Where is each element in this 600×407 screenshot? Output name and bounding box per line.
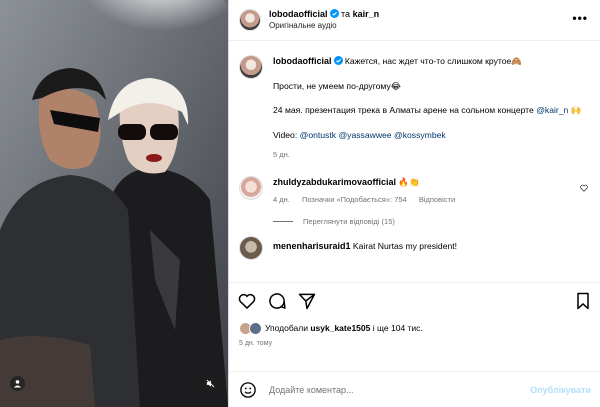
like-comment-icon[interactable] [580,184,588,192]
verified-badge-icon [329,9,339,18]
emoji-icon[interactable] [239,381,257,399]
caption-line-2: Прости, не умеем по-другому😂 [273,80,401,91]
more-options-icon[interactable]: ••• [572,12,588,24]
author-username[interactable]: lobodaofficial [269,9,328,19]
liked-by-prefix: Уподобали [265,323,308,333]
liked-by-suffix[interactable]: і ще 104 тис. [373,323,423,333]
share-icon[interactable] [297,291,317,311]
header-names: lobodaofficial та kair_n Оригінальне ауд… [269,8,379,32]
collaborator-username[interactable]: kair_n [353,9,380,19]
post-time[interactable]: 5 дн. тому [229,337,600,347]
avatar[interactable] [239,175,263,200]
caption-body: lobodaofficial Кажется, нас ждет что-то … [273,55,590,162]
comment-text: Kairat Nurtas my president! [352,240,458,251]
speaker-muted-icon [206,379,215,388]
add-comment-bar: Опублікувати [229,371,600,407]
comment-body: zhuldyzabdukarimovaofficial 🔥👏 4 дн. Поз… [273,176,590,207]
caption-username[interactable]: lobodaofficial [273,56,332,66]
mention-link[interactable]: @ontustk [300,130,336,140]
caption-line-1: Кажется, нас ждет что-то слишком крутое🙈 [344,56,523,66]
reply-button[interactable]: Відповісти [419,195,455,204]
view-replies-label: Переглянути відповіді (15) [303,216,395,226]
comment-meta: 4 дн. Позначки «Подобається»: 754 Відпов… [273,194,590,207]
tagged-users-button[interactable] [10,376,25,391]
comment-likes[interactable]: Позначки «Подобається»: 754 [302,195,407,204]
audio-label[interactable]: Оригінальне аудіо [269,20,379,32]
avatar[interactable] [239,9,261,31]
video-label: Video: [273,129,300,140]
action-bar [229,283,600,319]
caption-line-3: 24 мая. презентация трека в Алматы арене… [273,105,537,115]
post-side-panel: lobodaofficial та kair_n Оригінальне ауд… [228,0,600,407]
avatar[interactable] [239,55,263,79]
liked-by-user[interactable]: usyk_kate1505 [310,323,370,333]
post-footer: Уподобали usyk_kate1505 і ще 104 тис. 5 … [229,282,600,347]
header-conjunction: та [341,9,351,19]
comments-scroll[interactable]: lobodaofficial Кажется, нас ждет что-то … [229,41,600,319]
verified-badge-icon [333,56,343,65]
comment-username[interactable]: menenharisuraid1 [273,241,351,251]
comment-text: 🔥👏 [398,176,420,187]
liked-by[interactable]: Уподобали usyk_kate1505 і ще 104 тис. [229,319,600,337]
post-header: lobodaofficial та kair_n Оригінальне ауд… [229,0,600,41]
mute-button[interactable] [203,376,218,391]
comment: zhuldyzabdukarimovaofficial 🔥👏 4 дн. Поз… [239,175,590,207]
avatar[interactable] [239,235,263,260]
heart-icon[interactable] [237,291,257,311]
user-icon [13,380,22,388]
bookmark-icon[interactable] [573,291,593,311]
view-replies-button[interactable]: Переглянути відповіді (15) [273,217,590,226]
comment-username[interactable]: zhuldyzabdukarimovaofficial [273,177,396,187]
post-video[interactable] [0,0,228,407]
avatar [249,321,262,335]
comment: menenharisuraid1 Kairat Nurtas my presid… [239,235,590,260]
comment-time[interactable]: 4 дн. [273,195,290,204]
mention-link[interactable]: @yassawwee [338,130,391,140]
caption-time[interactable]: 5 дн. [273,149,590,162]
post-viewer: lobodaofficial та kair_n Оригінальне ауд… [0,0,600,407]
video-frame [0,0,228,407]
caption-line-3-suffix: 🙌 [568,105,582,115]
comment-icon[interactable] [267,291,287,311]
mention-link[interactable]: @kossymbek [394,130,446,140]
comment-input[interactable] [269,384,531,395]
comment-body: menenharisuraid1 Kairat Nurtas my presid… [273,236,590,260]
divider [273,220,293,222]
publish-button[interactable]: Опублікувати [530,385,591,395]
mention-link[interactable]: @kair_n [536,105,568,115]
caption: lobodaofficial Кажется, нас ждет что-то … [239,55,590,162]
